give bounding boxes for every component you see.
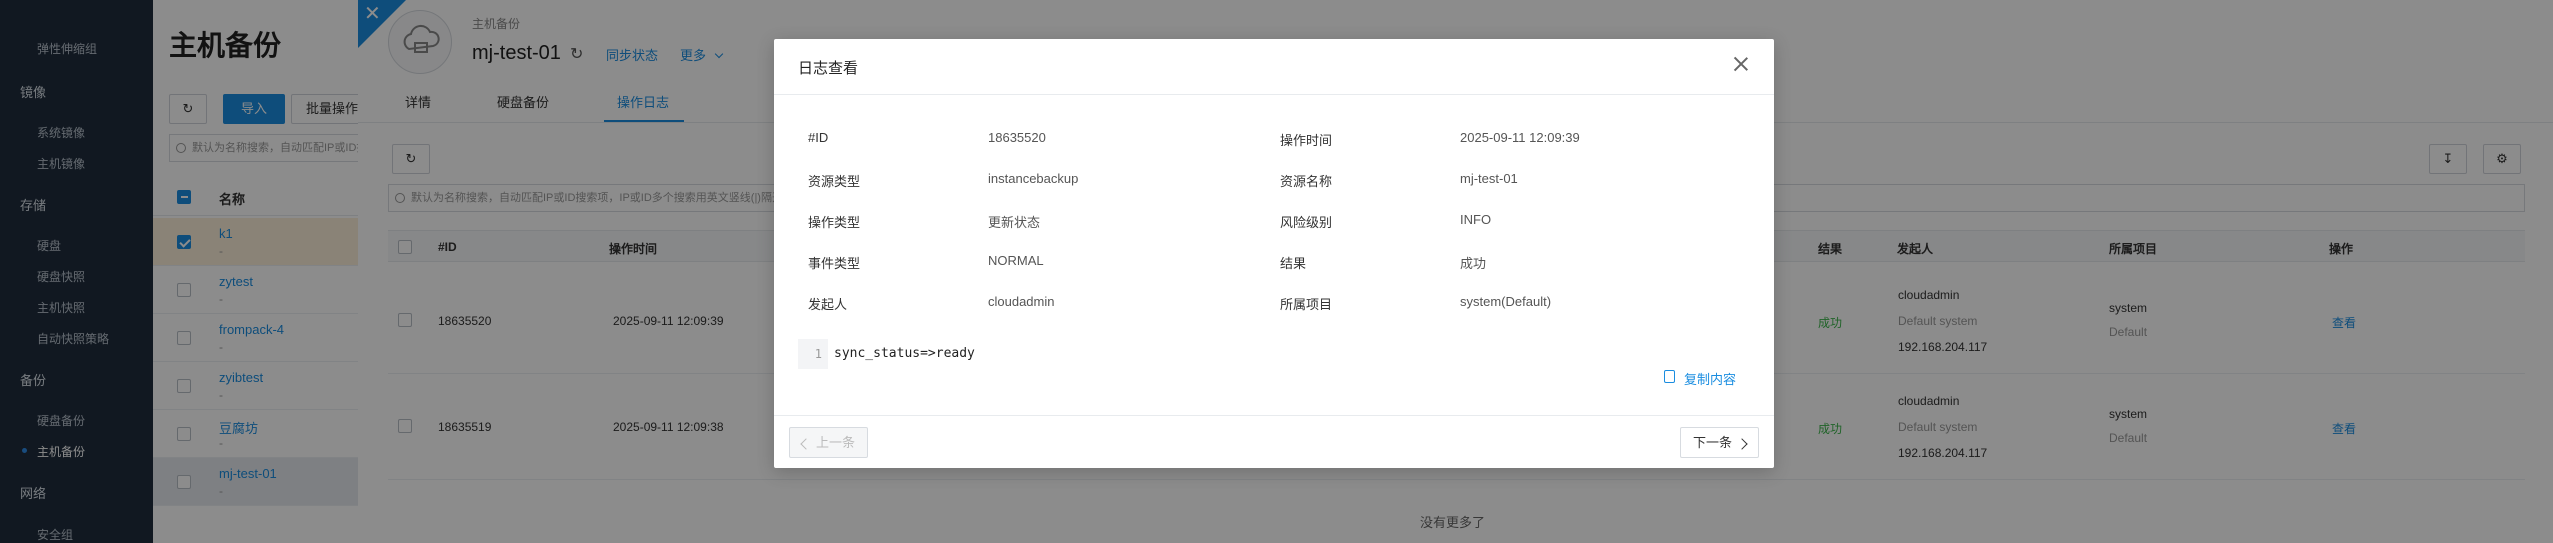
field-value-result: 成功	[1460, 256, 1487, 271]
field-value-operation-type: 更新状态	[988, 215, 1041, 230]
modal-header: 日志查看	[774, 39, 1774, 95]
copy-content-link[interactable]: 复制内容	[1663, 369, 1736, 388]
code-line-number: 1	[798, 339, 828, 369]
chevron-right-icon	[1736, 437, 1748, 450]
field-value-risk-level: INFO	[1460, 212, 1492, 227]
field-label-risk-level: 风险级别	[1280, 215, 1333, 230]
field-value-resource-name: mj-test-01	[1460, 171, 1518, 186]
field-value-project: system(Default)	[1460, 294, 1552, 309]
field-value-event-type: NORMAL	[988, 253, 1044, 268]
field-label-id: #ID	[808, 130, 829, 145]
field-value-id: 18635520	[988, 130, 1046, 145]
field-label-operation-type: 操作类型	[808, 215, 861, 230]
field-value-initiator: cloudadmin	[988, 294, 1055, 309]
close-icon[interactable]	[1732, 55, 1750, 73]
modal-footer: 上一条 下一条	[774, 415, 1774, 468]
field-label-project: 所属项目	[1280, 297, 1333, 312]
field-label-result: 结果	[1280, 256, 1307, 271]
log-view-modal: 日志查看 #ID 18635520 操作时间 2025-09-11 12:09:…	[774, 39, 1774, 468]
copy-icon	[1663, 370, 1675, 383]
field-label-initiator: 发起人	[808, 297, 848, 312]
field-value-resource-type: instancebackup	[988, 171, 1079, 186]
copy-content-label: 复制内容	[1683, 372, 1736, 387]
field-label-resource-name: 资源名称	[1280, 174, 1333, 189]
field-label-event-type: 事件类型	[808, 256, 861, 271]
field-value-operation-time: 2025-09-11 12:09:39	[1460, 130, 1580, 145]
field-label-resource-type: 资源类型	[808, 174, 861, 189]
next-label: 下一条	[1692, 435, 1732, 450]
field-label-operation-time: 操作时间	[1280, 133, 1333, 148]
prev-log-button[interactable]: 上一条	[789, 427, 869, 458]
code-line-text: sync_status=>ready	[834, 346, 975, 361]
modal-title: 日志查看	[798, 60, 859, 77]
prev-label: 上一条	[816, 435, 856, 450]
next-log-button[interactable]: 下一条	[1679, 427, 1759, 458]
chevron-left-icon	[800, 437, 812, 450]
log-content-code: 1 sync_status=>ready	[798, 339, 1750, 369]
